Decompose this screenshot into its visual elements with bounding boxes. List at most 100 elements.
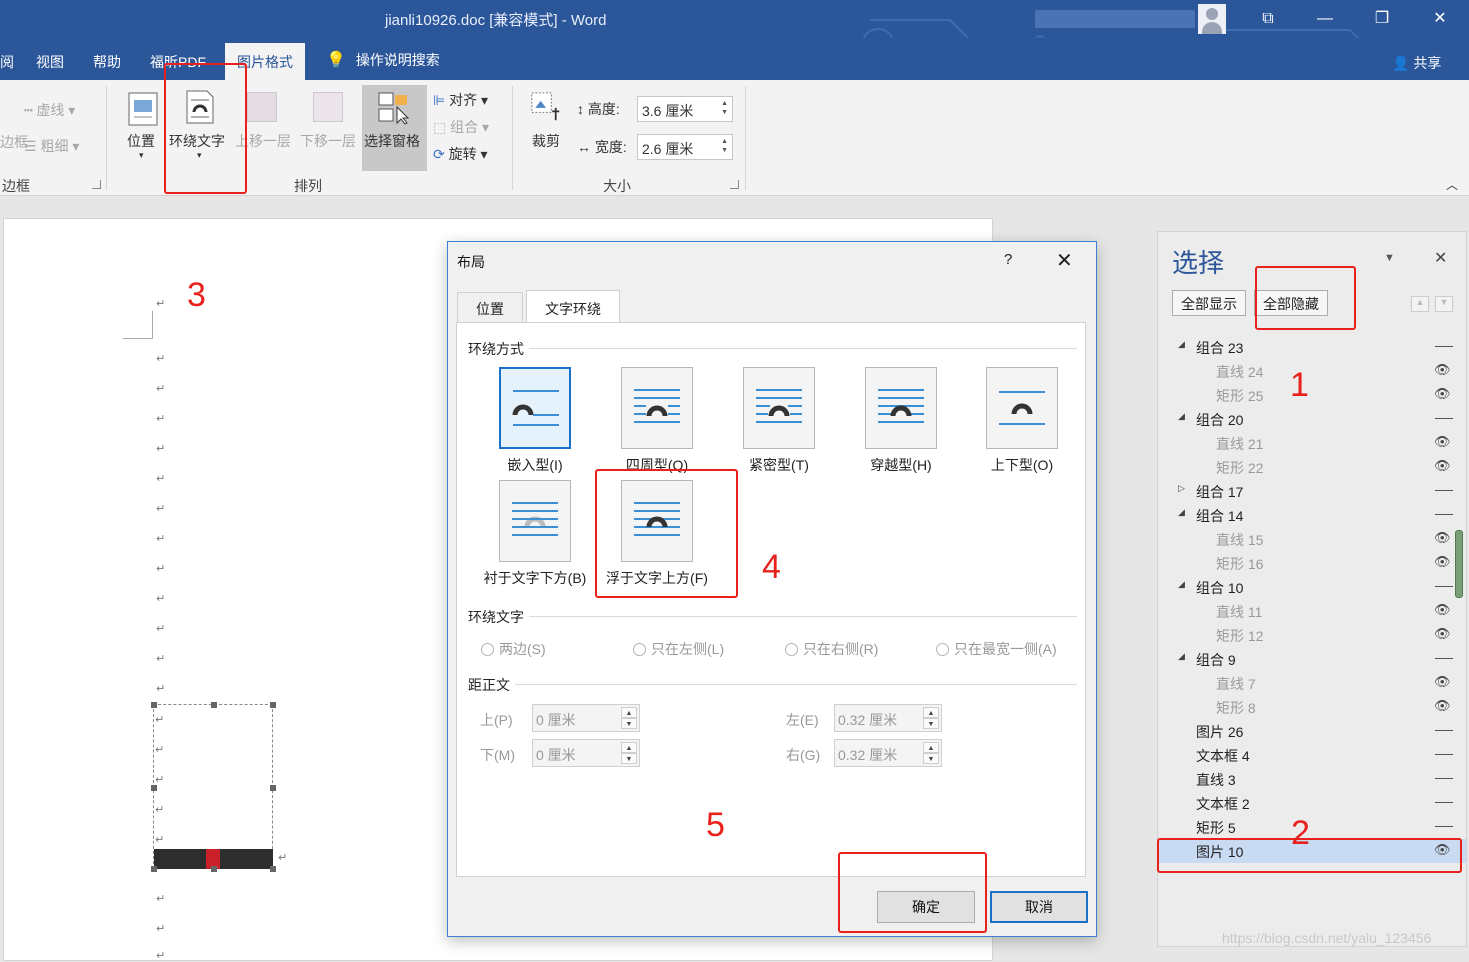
selection-list-item[interactable]: ◢ 组合 20 <box>1158 407 1466 431</box>
tell-me-search[interactable]: 💡 操作说明搜索 <box>326 50 440 70</box>
pane-scrollbar[interactable] <box>1455 530 1463 598</box>
selection-list-item[interactable]: 直线 21 👁 <box>1158 431 1466 455</box>
selection-list-item[interactable]: 直线 11 👁 <box>1158 599 1466 623</box>
tab-help[interactable]: 帮助 <box>93 52 121 72</box>
selection-list-item[interactable]: 矩形 16 👁 <box>1158 551 1466 575</box>
width-input[interactable]: 2.6 厘米 ▲ ▼ <box>637 134 733 160</box>
selection-list-item[interactable]: ◢ 组合 10 <box>1158 575 1466 599</box>
wrap-largest-only-radio[interactable]: 只在最宽一侧(A) <box>936 639 1057 659</box>
eye-icon[interactable]: 👁 <box>1434 386 1451 402</box>
distance-bottom-input[interactable]: 0 厘米 ▲ ▼ <box>532 739 640 767</box>
distance-right-input[interactable]: 0.32 厘米 ▲ ▼ <box>834 739 942 767</box>
selection-list-item[interactable]: 矩形 5 <box>1158 815 1466 839</box>
resize-handle[interactable] <box>270 702 276 708</box>
wrap-behind-text-option[interactable] <box>499 480 571 562</box>
selection-list-item[interactable]: 直线 7 👁 <box>1158 671 1466 695</box>
height-input[interactable]: 3.6 厘米 ▲ ▼ <box>637 96 733 122</box>
resize-handle[interactable] <box>270 866 276 872</box>
hidden-dash-icon[interactable] <box>1435 514 1453 515</box>
hidden-dash-icon[interactable] <box>1435 778 1453 779</box>
hidden-dash-icon[interactable] <box>1435 346 1453 347</box>
distance-bottom-spinner[interactable]: ▲ ▼ <box>621 742 637 764</box>
distance-right-spinner[interactable]: ▲ ▼ <box>923 742 939 764</box>
eye-icon[interactable]: 👁 <box>1434 674 1451 690</box>
wrap-top-bottom-option[interactable] <box>986 367 1058 449</box>
wrap-left-only-radio[interactable]: 只在左侧(L) <box>633 639 724 659</box>
eye-icon[interactable]: 👁 <box>1434 698 1451 714</box>
selection-list-item[interactable]: 矩形 25 👁 <box>1158 383 1466 407</box>
wrap-tight-option[interactable] <box>743 367 815 449</box>
position-button[interactable]: 位置 <box>127 131 155 151</box>
selection-list-item[interactable]: 直线 15 👁 <box>1158 527 1466 551</box>
help-button[interactable]: ? <box>1004 251 1012 268</box>
selected-picture[interactable]: ↵ ↵ ↵ ↵ ↵ ↵ <box>151 702 287 872</box>
selection-list-item[interactable]: ◢ 组合 14 <box>1158 503 1466 527</box>
expand-icon[interactable]: ▷ <box>1178 483 1185 494</box>
selection-list-item[interactable]: 直线 3 <box>1158 767 1466 791</box>
align-dropdown[interactable]: ⊫ 对齐 ▾ <box>433 90 488 110</box>
eye-icon[interactable]: 👁 <box>1434 362 1451 378</box>
eye-icon[interactable]: 👁 <box>1434 458 1451 474</box>
distance-left-input[interactable]: 0.32 厘米 ▲ ▼ <box>834 704 942 732</box>
tab-text-wrapping[interactable]: 文字环绕 <box>526 290 620 322</box>
resize-handle[interactable] <box>151 702 157 708</box>
hidden-dash-icon[interactable] <box>1435 586 1453 587</box>
selection-list-item[interactable]: 图片 26 <box>1158 719 1466 743</box>
maximize-button[interactable]: ❐ <box>1366 6 1398 32</box>
border-dialog-launcher[interactable] <box>92 180 101 189</box>
hidden-dash-icon[interactable] <box>1435 730 1453 731</box>
resize-handle[interactable] <box>211 866 217 872</box>
selection-pane-button[interactable]: 选择窗格 <box>362 85 427 171</box>
collapse-icon[interactable]: ◢ <box>1178 507 1185 518</box>
collapse-icon[interactable]: ◢ <box>1178 411 1185 422</box>
resize-handle[interactable] <box>211 702 217 708</box>
selection-list-item[interactable]: 矩形 12 👁 <box>1158 623 1466 647</box>
selection-list-item[interactable]: 矩形 8 👁 <box>1158 695 1466 719</box>
distance-left-spinner[interactable]: ▲ ▼ <box>923 707 939 729</box>
wrap-right-only-radio[interactable]: 只在右侧(R) <box>785 639 878 659</box>
selection-list-item[interactable]: 直线 24 👁 <box>1158 359 1466 383</box>
pane-close-icon[interactable]: ✕ <box>1434 248 1447 268</box>
eye-icon[interactable]: 👁 <box>1434 434 1451 450</box>
show-all-button[interactable]: 全部显示 <box>1172 290 1246 316</box>
distance-top-input[interactable]: 0 厘米 ▲ ▼ <box>532 704 640 732</box>
height-spin-arrows[interactable]: ▲ ▼ <box>721 99 728 117</box>
resize-handle[interactable] <box>270 785 276 791</box>
collapse-icon[interactable]: ◢ <box>1178 651 1185 662</box>
wrap-both-sides-radio[interactable]: 两边(S) <box>481 639 546 659</box>
ribbon-display-options-button[interactable]: ⧉ <box>1252 6 1284 32</box>
close-window-button[interactable]: ✕ <box>1424 6 1456 32</box>
avatar[interactable] <box>1198 4 1226 34</box>
account-name[interactable] <box>1035 10 1195 28</box>
cancel-button[interactable]: 取消 <box>990 891 1088 923</box>
resize-handle[interactable] <box>151 866 157 872</box>
hidden-dash-icon[interactable] <box>1435 658 1453 659</box>
tab-position[interactable]: 位置 <box>457 292 523 322</box>
wrap-square-option[interactable] <box>621 367 693 449</box>
hidden-dash-icon[interactable] <box>1435 802 1453 803</box>
weight-dropdown[interactable]: ☰ 粗细 ▾ <box>24 136 79 156</box>
group-dropdown[interactable]: ⬚ 组合 ▾ <box>433 117 489 137</box>
eye-icon[interactable]: 👁 <box>1434 530 1451 546</box>
collapse-icon[interactable]: ◢ <box>1178 339 1185 350</box>
selection-list-item[interactable]: 矩形 22 👁 <box>1158 455 1466 479</box>
crop-button[interactable]: 裁剪 <box>532 131 560 151</box>
rotate-dropdown[interactable]: ⟳ 旋转 ▾ <box>433 144 488 164</box>
share-button[interactable]: 👤 共享 <box>1392 53 1441 73</box>
selection-list-item[interactable]: ◢ 组合 9 <box>1158 647 1466 671</box>
tab-review[interactable]: 阅 <box>0 52 14 72</box>
selection-list-item[interactable]: ◢ 组合 23 <box>1158 335 1466 359</box>
collapse-ribbon-icon[interactable]: ︿ <box>1446 176 1458 193</box>
width-spin-arrows[interactable]: ▲ ▼ <box>721 137 728 155</box>
wrap-inline-option[interactable] <box>499 367 571 449</box>
hidden-dash-icon[interactable] <box>1435 826 1453 827</box>
hidden-dash-icon[interactable] <box>1435 754 1453 755</box>
selection-list-item[interactable]: 文本框 2 <box>1158 791 1466 815</box>
hidden-dash-icon[interactable] <box>1435 490 1453 491</box>
minimize-button[interactable]: — <box>1309 6 1341 32</box>
dialog-close-button[interactable]: ✕ <box>1056 248 1073 273</box>
collapse-icon[interactable]: ◢ <box>1178 579 1185 590</box>
dash-dropdown[interactable]: ┅ 虚线 ▾ <box>24 100 75 120</box>
distance-top-spinner[interactable]: ▲ ▼ <box>621 707 637 729</box>
size-dialog-launcher[interactable] <box>730 180 739 189</box>
